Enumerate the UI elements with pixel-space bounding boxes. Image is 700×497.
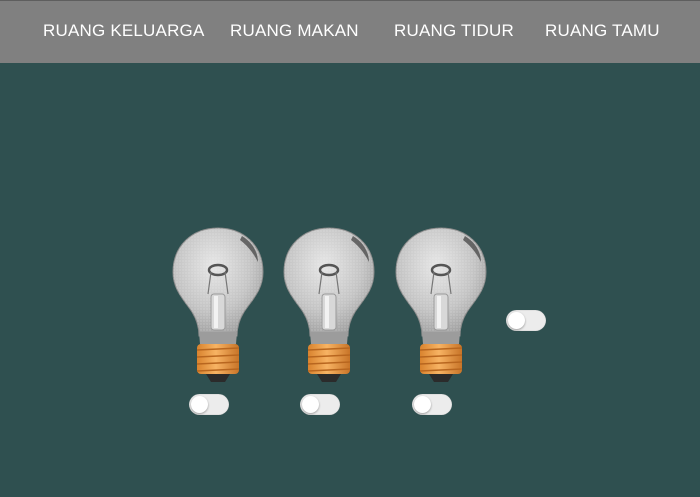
toggle-knob [302, 396, 319, 413]
lamp-1-toggle-switch[interactable] [189, 394, 229, 415]
lightbulb-icon [170, 224, 266, 388]
extra-toggle-switch[interactable] [506, 310, 546, 331]
lamp-1 [170, 224, 266, 388]
lamp-2-toggle-switch[interactable] [300, 394, 340, 415]
nav-item-ruang-tidur[interactable]: RUANG TIDUR [394, 21, 514, 41]
lightbulb-icon [281, 224, 377, 388]
toggle-knob [191, 396, 208, 413]
lamp-3-toggle-switch[interactable] [412, 394, 452, 415]
lamp-3 [393, 224, 489, 388]
lamp-2 [281, 224, 377, 388]
toggle-knob [508, 312, 525, 329]
toggle-knob [414, 396, 431, 413]
nav-item-ruang-tamu[interactable]: RUANG TAMU [545, 21, 660, 41]
nav-item-ruang-makan[interactable]: RUANG MAKAN [230, 21, 359, 41]
nav-item-ruang-keluarga[interactable]: RUANG KELUARGA [43, 21, 205, 41]
lightbulb-icon [393, 224, 489, 388]
top-nav-bar: RUANG KELUARGA RUANG MAKAN RUANG TIDUR R… [0, 0, 700, 63]
